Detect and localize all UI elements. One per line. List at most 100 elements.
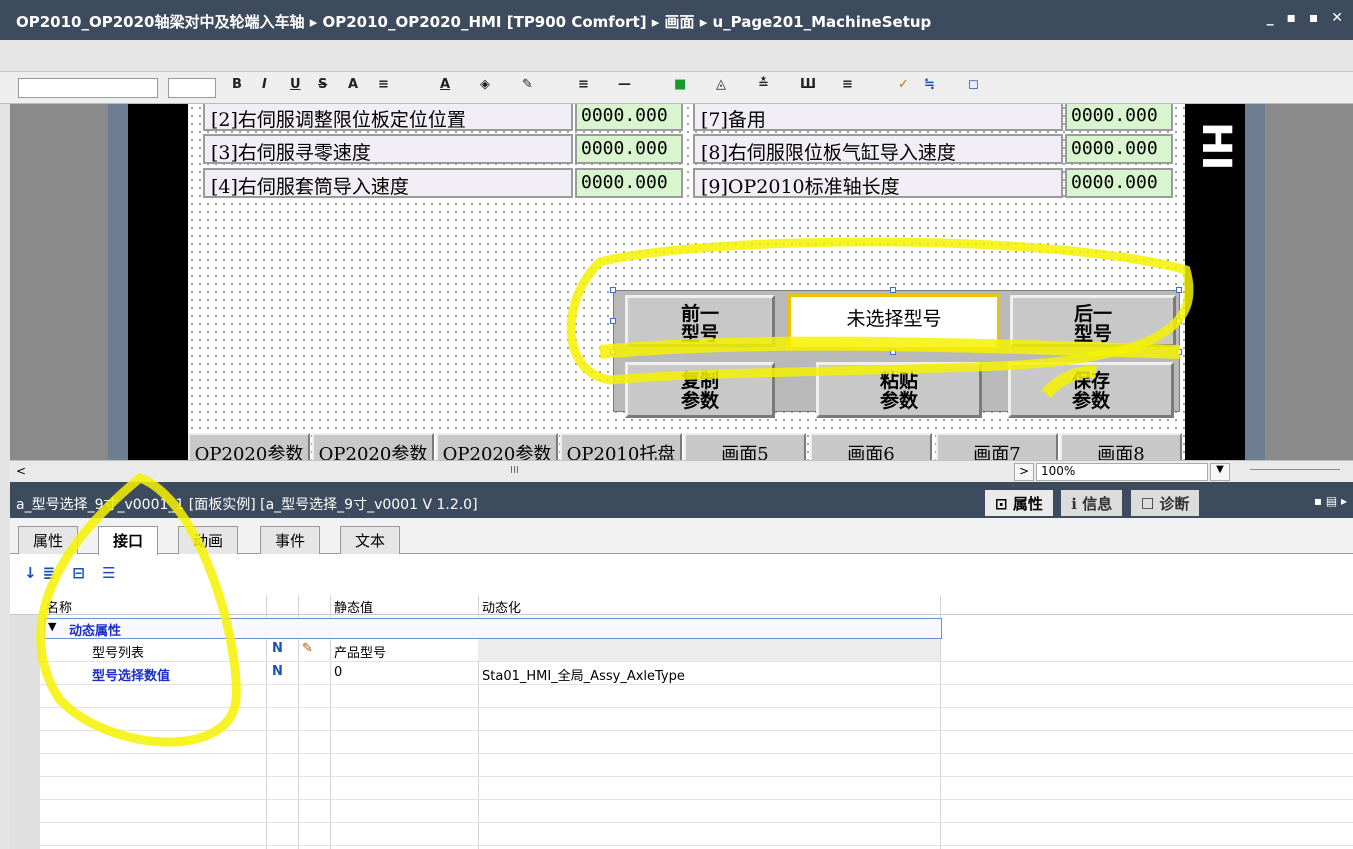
layer-icon[interactable]: ≒ xyxy=(924,77,935,92)
tab-properties[interactable]: 属性 xyxy=(18,526,79,554)
column-name: 名称 xyxy=(46,601,73,616)
font-grow-icon[interactable]: A xyxy=(348,77,358,92)
static-value[interactable]: 产品型号 xyxy=(334,642,386,661)
screen-tab[interactable]: OP2020参数 xyxy=(436,433,558,460)
scroll-thumb[interactable]: III xyxy=(510,465,519,476)
next-model-button[interactable]: 后一 型号 xyxy=(1010,295,1176,347)
inspector-title: a_型号选择_9寸_v0001_1 [面板实例] [a_型号选择_9寸_v000… xyxy=(16,497,478,513)
param-value-field[interactable]: 0000.000 xyxy=(1065,104,1173,131)
bg-color-icon[interactable]: ■ xyxy=(674,77,686,92)
hmi-canvas[interactable]: HI [2]右伺服调整限位板定位位置 0000.000 [3]右伺服寻零速度 0… xyxy=(10,104,1353,460)
zoom-field[interactable]: 100% xyxy=(1036,463,1208,481)
properties-view-tab[interactable]: ⊡ 属性 xyxy=(985,490,1053,516)
scroll-left-icon[interactable]: < xyxy=(16,464,26,478)
param-label: [7]备用 xyxy=(693,104,1063,131)
same-size-icon[interactable]: ≡ xyxy=(842,77,853,92)
line-width-icon[interactable]: — xyxy=(618,77,631,92)
selection-handle[interactable] xyxy=(1176,287,1182,293)
canvas-margin-left xyxy=(10,104,108,460)
tab-texts[interactable]: 文本 xyxy=(340,526,401,554)
screen-tab[interactable]: OP2020参数 xyxy=(188,433,310,460)
diagnostics-view-tab[interactable]: ☐ 诊断 xyxy=(1130,490,1200,516)
copy-params-line2: 参数 xyxy=(680,390,719,412)
prev-model-line1: 前一 xyxy=(680,303,719,325)
underline-button[interactable]: U xyxy=(290,77,301,92)
hmi-screen: [2]右伺服调整限位板定位位置 0000.000 [3]右伺服寻零速度 0000… xyxy=(188,104,1185,460)
diagnostics-view-icon: ☐ xyxy=(1140,495,1155,513)
canvas-scrollbar[interactable]: < III > 100% ▼ xyxy=(10,460,1353,482)
selection-handle[interactable] xyxy=(1176,349,1182,355)
tab-events[interactable]: 事件 xyxy=(260,526,321,554)
selection-handle[interactable] xyxy=(890,287,896,293)
prev-model-button[interactable]: 前一 型号 xyxy=(625,295,775,347)
inspector-window-controls[interactable]: ▪ ▤ ▸ xyxy=(1314,494,1347,508)
table-row[interactable]: 型号列表 N ✎ 产品型号 xyxy=(40,639,1353,662)
property-table: 名称 静态值 动态化 ▼ 动态属性 型号列表 N ✎ 产品型号 型号选择数值 N… xyxy=(10,595,1353,849)
breadcrumb: OP2010_OP2020轴梁对中及轮端入车轴 ▸ OP2010_OP2020_… xyxy=(16,13,932,31)
selection-handle[interactable] xyxy=(610,318,616,324)
editor-header-band xyxy=(0,40,1353,72)
screen-tab[interactable]: 画面8 xyxy=(1060,433,1182,460)
strikethrough-button[interactable]: S xyxy=(318,77,327,92)
param-label: [4]右伺服套筒导入速度 xyxy=(203,168,573,198)
save-params-line1: 保存 xyxy=(1071,370,1110,392)
save-params-line2: 参数 xyxy=(1071,390,1110,412)
dynamization-value[interactable]: Sta01_HMI_全局_Assy_AxleType xyxy=(482,665,685,684)
line-color-icon[interactable]: ✎ xyxy=(522,77,533,92)
param-row: [3]右伺服寻零速度 0000.000 xyxy=(203,134,683,164)
param-value-field[interactable]: 0000.000 xyxy=(575,168,683,198)
next-model-line2: 型号 xyxy=(1073,323,1112,345)
screen-tab[interactable]: 画面6 xyxy=(810,433,932,460)
table-row xyxy=(40,777,1353,800)
window-controls[interactable]: _ ▪ ▪ ✕ xyxy=(1267,10,1347,26)
format-painter-icon[interactable]: ✓ xyxy=(898,77,909,92)
table-row[interactable]: 型号选择数值 N 0 Sta01_HMI_全局_Assy_AxleType xyxy=(40,662,1353,685)
save-params-button[interactable]: 保存 参数 xyxy=(1008,362,1174,418)
font-family-select[interactable] xyxy=(18,78,158,98)
param-row: [9]OP2010标准轴长度 0000.000 xyxy=(693,168,1173,198)
dynamization-cell[interactable] xyxy=(478,639,940,661)
info-view-tab[interactable]: ℹ 信息 xyxy=(1061,490,1123,516)
paste-params-button[interactable]: 粘贴 参数 xyxy=(816,362,982,418)
italic-button[interactable]: I xyxy=(262,77,267,92)
tab-interface[interactable]: 接口 xyxy=(98,526,159,555)
tag-link-icon[interactable]: N xyxy=(272,641,283,656)
param-value-field[interactable]: 0000.000 xyxy=(575,134,683,164)
edit-icon[interactable]: ✎ xyxy=(302,641,313,656)
bold-button[interactable]: B xyxy=(232,77,242,92)
info-view-label: 信息 xyxy=(1082,495,1113,513)
selection-handle[interactable] xyxy=(610,287,616,293)
selection-handle[interactable] xyxy=(1176,318,1182,324)
zoom-arrow-icon[interactable]: > xyxy=(1014,463,1034,481)
screen-tab[interactable]: 画面7 xyxy=(936,433,1058,460)
tab-animation[interactable]: 动画 xyxy=(178,526,239,554)
zoom-area-icon[interactable]: ◻ xyxy=(968,77,979,92)
row-gutter xyxy=(10,615,40,849)
sort-expand-icons[interactable]: ↓≣ ⊟ ☰ xyxy=(24,564,122,582)
zoom-dropdown-icon[interactable]: ▼ xyxy=(1210,463,1230,481)
screen-tab[interactable]: OP2010托盘 xyxy=(560,433,682,460)
param-value-field[interactable]: 0000.000 xyxy=(1065,134,1173,164)
distribute-icon[interactable]: Ш xyxy=(800,77,816,92)
selection-handle[interactable] xyxy=(610,349,616,355)
param-value-field[interactable]: 0000.000 xyxy=(575,104,683,131)
static-value[interactable]: 0 xyxy=(334,665,342,680)
collapse-icon[interactable]: ▼ xyxy=(48,620,56,633)
fill-color-icon[interactable]: ◈ xyxy=(480,77,490,92)
align-icon[interactable]: ≡ xyxy=(378,77,389,92)
selection-handle[interactable] xyxy=(890,349,896,355)
align-vertical-icon[interactable]: ≛ xyxy=(758,77,769,92)
copy-params-button[interactable]: 复制 参数 xyxy=(625,362,775,418)
param-row: [2]右伺服调整限位板定位位置 0000.000 xyxy=(203,104,683,131)
screen-tab[interactable]: 画面5 xyxy=(684,433,806,460)
column-static-value: 静态值 xyxy=(334,601,374,616)
param-value-field[interactable]: 0000.000 xyxy=(1065,168,1173,198)
line-style-icon[interactable]: ≡ xyxy=(578,77,589,92)
tag-link-icon[interactable]: N xyxy=(272,664,283,679)
font-size-select[interactable] xyxy=(168,78,216,98)
rotate-icon[interactable]: ◬ xyxy=(716,77,726,92)
font-color-icon[interactable]: A xyxy=(440,77,450,92)
group-row-dynamic-properties[interactable]: ▼ 动态属性 xyxy=(44,618,942,639)
screen-tab[interactable]: OP2020参数 xyxy=(312,433,434,460)
zoom-slider[interactable] xyxy=(1250,469,1340,473)
